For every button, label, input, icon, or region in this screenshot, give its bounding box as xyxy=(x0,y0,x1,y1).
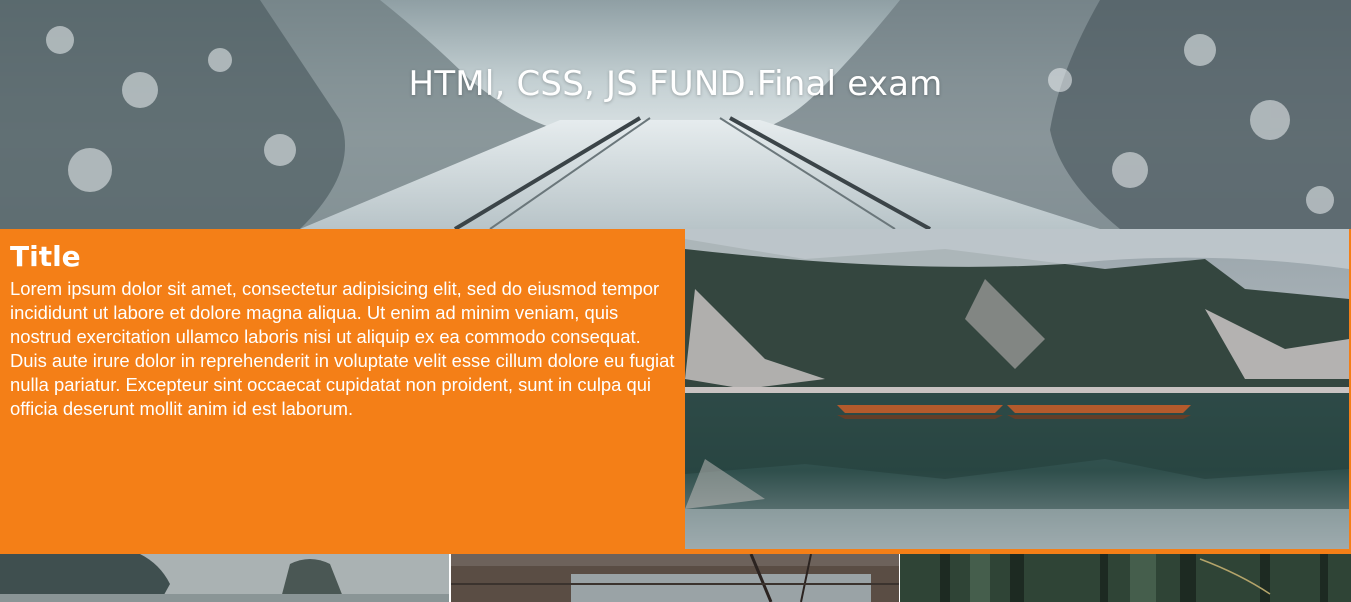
content-text-panel: Title Lorem ipsum dolor sit amet, consec… xyxy=(0,229,685,554)
snowy-railway-image xyxy=(0,0,1351,229)
foggy-trees-image xyxy=(0,554,449,602)
gallery-image-forest xyxy=(900,554,1351,602)
section-body-text: Lorem ipsum dolor sit amet, consectetur … xyxy=(10,278,675,419)
river-trees-image xyxy=(451,554,899,602)
gallery-image-river xyxy=(451,554,899,602)
page-title: HTMl, CSS, JS FUND.Final exam xyxy=(408,64,943,104)
hero-banner: HTMl, CSS, JS FUND.Final exam xyxy=(0,0,1351,229)
section-title: Title xyxy=(10,240,81,273)
forest-trunks-image xyxy=(900,554,1351,602)
mountain-lake-image xyxy=(685,229,1349,549)
lake-image-frame xyxy=(685,229,1351,554)
gallery-image-foggy-trees xyxy=(0,554,449,602)
page: HTMl, CSS, JS FUND.Final exam Title Lore… xyxy=(0,0,1351,602)
